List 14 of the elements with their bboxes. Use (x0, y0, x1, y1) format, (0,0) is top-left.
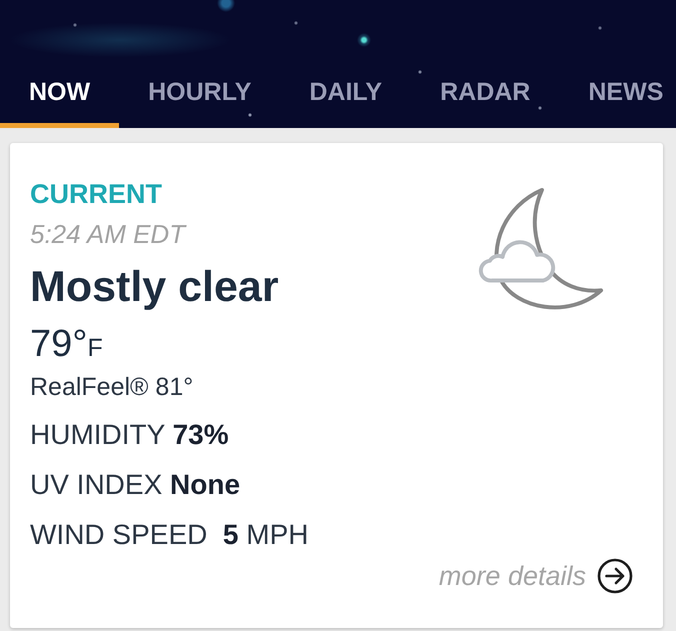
condition-text: Mostly clear (30, 262, 279, 312)
temperature-value: 79°F (30, 322, 103, 367)
realfeel-text: RealFeel® 81° (30, 372, 194, 403)
detail-line: WIND SPEED 5 MPH (30, 518, 308, 552)
tab[interactable]: RADAR (411, 42, 560, 128)
detail-line: HUMIDITY 73% (30, 418, 229, 452)
tab[interactable]: HOURLY (119, 42, 280, 128)
tab[interactable]: NOW (0, 42, 120, 128)
tab[interactable]: DAILY (280, 42, 412, 128)
section-heading: CURRENT (30, 178, 162, 210)
arrow-circle-icon (597, 558, 633, 594)
detail-line: UV INDEX None (30, 468, 240, 502)
tab[interactable]: NEWS (559, 42, 676, 128)
observation-time: 5:24 AM EDT (30, 218, 186, 250)
